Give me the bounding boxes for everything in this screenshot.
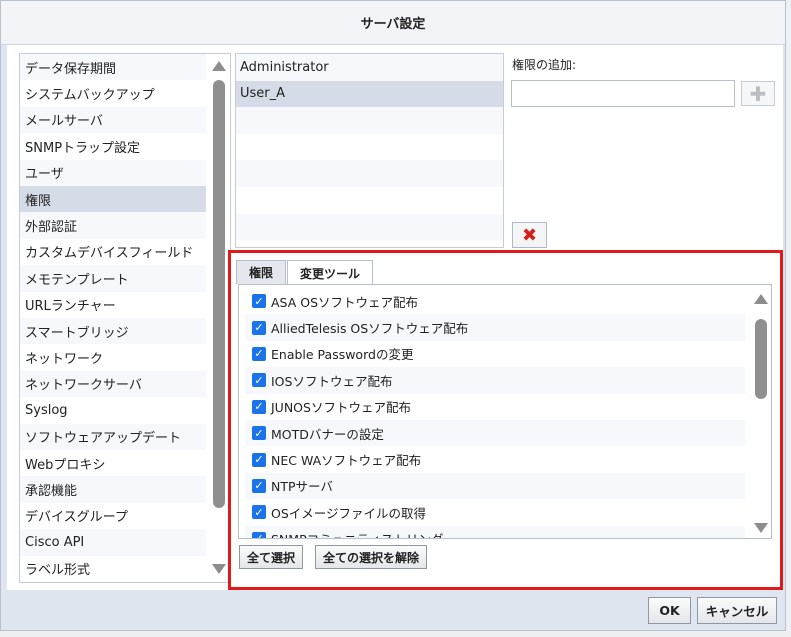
tool-label: SNMPコミュニティストリング (271, 529, 443, 538)
empty-row (236, 160, 503, 187)
tool-label: AlliedTelesis OSソフトウェア配布 (271, 321, 469, 337)
checkbox[interactable]: ✓ (252, 320, 266, 335)
tool-label: IOSソフトウェア配布 (271, 373, 393, 389)
empty-row (236, 213, 503, 241)
category-item[interactable]: Syslog (20, 397, 206, 423)
tool-item[interactable]: ✓ NEC WAソフトウェア配布 (245, 446, 745, 472)
tool-item[interactable]: ✓ ASA OSソフトウェア配布 (245, 288, 745, 314)
dialog-content: データ保存期間 システムバックアップ メールサーバ SNMPトラップ設定 ユーザ 権限 外部… (7, 45, 783, 590)
ok-button[interactable]: OK (648, 597, 691, 624)
tool-item[interactable]: ✓ JUNOSソフトウェア配布 (245, 394, 745, 420)
tool-item[interactable]: ✓ OSイメージファイルの取得 (245, 499, 745, 525)
category-item[interactable]: メールサーバ (20, 106, 206, 134)
empty-row (236, 187, 503, 214)
tool-item[interactable]: ✓ Enable Passwordの変更 (245, 341, 745, 367)
category-scroll-thumb[interactable] (213, 80, 225, 508)
checkbox[interactable]: ✓ (252, 478, 266, 493)
checkbox[interactable]: ✓ (252, 294, 266, 309)
tool-label: MOTDバナーの設定 (271, 426, 384, 442)
scroll-up-icon[interactable] (212, 61, 226, 71)
x-icon: ✖ (521, 224, 538, 246)
delete-user-button[interactable]: ✖ (512, 222, 547, 248)
empty-row (236, 134, 503, 161)
category-item[interactable]: SNMPトラップ設定 (20, 133, 206, 159)
category-item[interactable]: URLランチャー (20, 292, 206, 318)
category-item[interactable]: データ保存期間 (20, 54, 206, 81)
add-permission-input[interactable] (511, 80, 735, 107)
tool-label: OSイメージファイルの取得 (271, 505, 427, 521)
tool-item[interactable]: ✓ SNMPコミュニティストリング (245, 525, 745, 538)
tools-scrollbar[interactable] (750, 285, 771, 538)
category-item[interactable]: 外部認証 (20, 212, 206, 239)
checkbox[interactable]: ✓ (252, 505, 266, 520)
tool-label: NEC WAソフトウェア配布 (271, 453, 422, 469)
category-item[interactable]: ネットワークサーバ (20, 370, 206, 398)
scroll-up-icon[interactable] (754, 294, 768, 304)
empty-row (236, 107, 503, 134)
server-settings-dialog: サーバ設定 データ保存期間 システムバックアップ メールサーバ SNMPトラップ設定ユ… (0, 0, 786, 631)
category-list[interactable]: データ保存期間 システムバックアップ メールサーバ SNMPトラップ設定 ユーザ 権限 外部… (19, 53, 231, 583)
tab-change-tools[interactable]: 変更ツール (287, 260, 374, 285)
category-item[interactable]: Cisco API (20, 529, 206, 556)
scroll-down-icon[interactable] (754, 523, 768, 533)
category-item[interactable]: 権限 (20, 186, 206, 213)
checkbox[interactable]: ✓ (252, 373, 266, 388)
category-item[interactable]: ソフトウェアアップデート (20, 423, 206, 450)
change-tools-list[interactable]: ✓ SNMPコミュニティストリング ✓ OSイメージファイルの取得 ✓ NTPサーバ ✓ NE… (238, 284, 772, 539)
category-item[interactable]: デバイスグループ (20, 503, 206, 529)
user-row[interactable]: Administrator (236, 54, 503, 81)
category-item[interactable]: 承認機能 (20, 476, 206, 503)
cancel-button[interactable]: キャンセル (697, 597, 777, 624)
tool-item[interactable]: ✓ MOTDバナーの設定 (245, 420, 745, 447)
category-item[interactable]: スマートブリッジ (20, 318, 206, 345)
category-item[interactable]: カスタムデバイスフィールド (20, 239, 206, 265)
tool-label: ASA OSソフトウェア配布 (271, 294, 419, 310)
checkbox[interactable]: ✓ (252, 346, 266, 361)
tools-scroll-thumb[interactable] (755, 319, 767, 399)
category-scrollbar[interactable] (208, 54, 230, 582)
checkbox[interactable]: ✓ (252, 531, 266, 538)
category-item[interactable]: メモテンプレート (20, 265, 206, 292)
tab-bar: 権限 変更ツール (236, 260, 374, 285)
tool-item[interactable]: ✓ IOSソフトウェア配布 (245, 367, 745, 394)
tool-item[interactable]: ✓ AlliedTelesis OSソフトウェア配布 (245, 314, 745, 341)
tool-item[interactable]: ✓ NTPサーバ (245, 472, 745, 500)
category-item[interactable]: Webプロキシ (20, 450, 206, 476)
category-item[interactable]: ユーザ (20, 159, 206, 186)
tab-permissions[interactable]: 権限 (236, 260, 287, 284)
add-permission-button[interactable]: ✚ (741, 81, 775, 106)
category-item[interactable]: システムバックアップ (20, 80, 206, 106)
tool-label: JUNOSソフトウェア配布 (271, 400, 411, 416)
select-all-button[interactable]: 全て選択 (239, 545, 304, 569)
dialog-title: サーバ設定 (1, 1, 785, 45)
add-permission-label: 権限の追加: (512, 58, 577, 72)
tool-label: NTPサーバ (271, 479, 333, 495)
category-item[interactable]: ラベル形式 (20, 556, 206, 582)
plus-icon: ✚ (749, 81, 767, 106)
tool-label: Enable Passwordの変更 (271, 347, 414, 363)
scroll-down-icon[interactable] (212, 564, 226, 574)
checkbox[interactable]: ✓ (252, 426, 266, 441)
checkbox[interactable]: ✓ (252, 399, 266, 414)
user-row[interactable]: User_A (236, 80, 503, 108)
deselect-all-button[interactable]: 全ての選択を解除 (315, 545, 428, 569)
user-list[interactable]: Administrator User_A (235, 53, 504, 248)
checkbox[interactable]: ✓ (252, 452, 266, 467)
category-item[interactable]: ネットワーク (20, 344, 206, 370)
